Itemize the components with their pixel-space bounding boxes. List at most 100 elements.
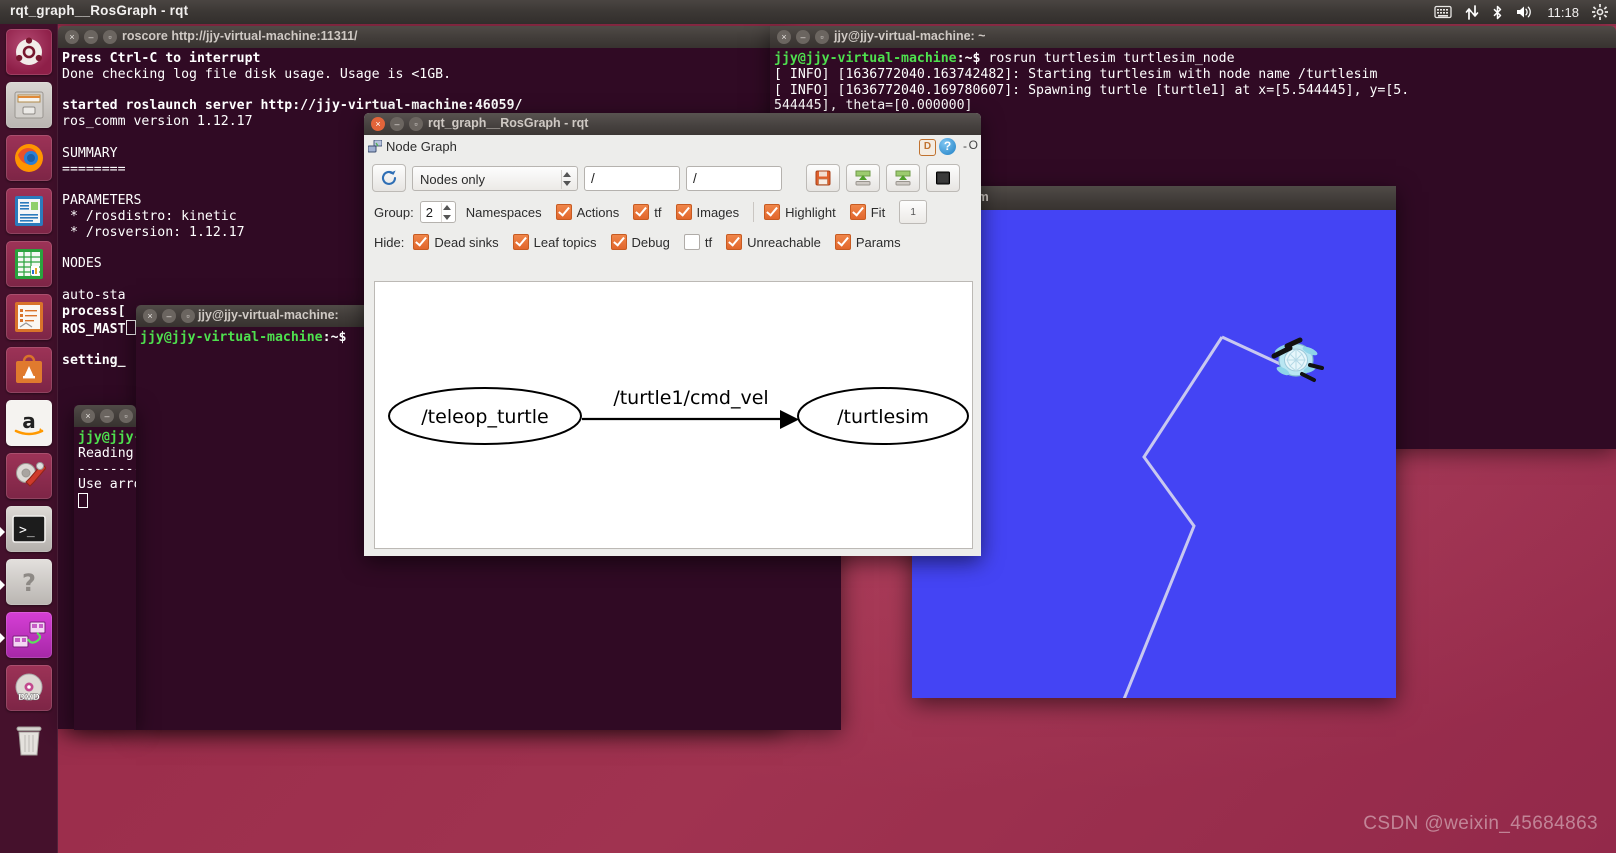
checkbox-highlight-box[interactable]: [764, 204, 781, 220]
checkbox-unreachable[interactable]: Unreachable: [726, 234, 821, 250]
maximize-button[interactable]: ▫: [119, 409, 133, 423]
filter-input-2[interactable]: /: [686, 165, 782, 191]
checkbox-actions[interactable]: Actions: [555, 204, 619, 220]
unity-launcher: a >_ ? DVD: [0, 24, 58, 853]
rqt-icon[interactable]: [6, 612, 52, 658]
graph-node-teleop[interactable]: /teleop_turtle: [388, 387, 582, 445]
panel-minimize-button[interactable]: -: [963, 139, 967, 153]
checkbox-highlight[interactable]: Highlight: [764, 204, 836, 220]
teleop2-terminal-output[interactable]: jjy@jjy- Reading -------- Use arro: [74, 427, 136, 730]
graph-type-select[interactable]: Nodes only: [412, 165, 578, 191]
spinner-arrows-icon[interactable]: [440, 203, 453, 222]
checkbox-leaf-topics-box[interactable]: [512, 234, 529, 250]
node-graph-icon: [367, 139, 383, 153]
checkbox-dead-sinks[interactable]: Dead sinks: [413, 234, 499, 250]
checkbox-hide-tf[interactable]: tf: [683, 234, 712, 250]
checkbox-fit[interactable]: Fit: [849, 204, 886, 220]
libreoffice-writer-icon[interactable]: [6, 188, 52, 234]
minimize-button[interactable]: –: [390, 117, 404, 131]
save-icon[interactable]: [806, 164, 840, 192]
checkbox-namespaces[interactable]: Namespaces: [466, 205, 542, 220]
export-dot-icon[interactable]: [846, 164, 880, 192]
libreoffice-calc-icon[interactable]: [6, 241, 52, 287]
files-icon[interactable]: [6, 82, 52, 128]
maximize-button[interactable]: ▫: [103, 30, 117, 44]
checkbox-leaf-topics[interactable]: Leaf topics: [512, 234, 597, 250]
maximize-button[interactable]: ▫: [409, 117, 423, 131]
fullscreen-icon[interactable]: [926, 164, 960, 192]
network-icon[interactable]: [1465, 4, 1479, 20]
graph-edge-cmd-vel[interactable]: /turtle1/cmd_vel: [582, 387, 799, 429]
close-button[interactable]: ×: [143, 309, 157, 323]
bluetooth-icon[interactable]: [1492, 5, 1503, 20]
checkbox-images[interactable]: Images: [675, 204, 739, 220]
firefox-icon[interactable]: [6, 135, 52, 181]
fit-in-view-button[interactable]: 1: [899, 200, 928, 224]
svg-text:a: a: [22, 409, 36, 433]
close-button[interactable]: ×: [777, 30, 791, 44]
checkbox-debug-box[interactable]: [610, 234, 627, 250]
checkbox-tf-box[interactable]: [633, 204, 650, 220]
checkbox-fit-box[interactable]: [849, 204, 866, 220]
rosrun-titlebar[interactable]: × – ▫ jjy@jjy-virtual-machine: ~: [770, 26, 1616, 48]
window-controls[interactable]: × – ▫: [65, 30, 117, 44]
minimize-button[interactable]: –: [796, 30, 810, 44]
keyboard-icon[interactable]: [1434, 5, 1453, 19]
graph-type-value: Nodes only: [420, 171, 486, 187]
clock[interactable]: 11:18: [1547, 6, 1579, 19]
gear-icon[interactable]: [1592, 4, 1608, 20]
teleop2-titlebar[interactable]: × – ▫: [74, 405, 136, 427]
checkbox-unreachable-box[interactable]: [726, 234, 743, 250]
window-controls[interactable]: × – ▫: [371, 117, 423, 131]
minimize-button[interactable]: –: [162, 309, 176, 323]
window-controls[interactable]: × – ▫: [143, 309, 195, 323]
maximize-button[interactable]: ▫: [181, 309, 195, 323]
trash-icon[interactable]: [6, 718, 52, 764]
checkbox-dead-sinks-label: Dead sinks: [434, 234, 499, 250]
teleop2-terminal-window[interactable]: × – ▫ jjy@jjy- Reading -------- Use arro: [74, 405, 136, 730]
help-button[interactable]: ?: [939, 138, 956, 155]
minimize-button[interactable]: –: [100, 409, 114, 423]
checkbox-hide-tf-box[interactable]: [683, 234, 700, 250]
software-center-icon[interactable]: [6, 347, 52, 393]
system-settings-icon[interactable]: [6, 453, 52, 499]
panel-maximize-button[interactable]: O: [969, 138, 978, 152]
amazon-icon[interactable]: a: [6, 400, 52, 446]
filter-input-1[interactable]: /: [584, 165, 680, 191]
terminal-icon[interactable]: >_: [6, 506, 52, 552]
window-controls[interactable]: × – ▫: [81, 409, 133, 423]
checkbox-debug[interactable]: Debug: [610, 234, 670, 250]
close-button[interactable]: ×: [371, 117, 385, 131]
turtlesim-canvas[interactable]: [912, 210, 1396, 698]
checkbox-params[interactable]: Params: [834, 234, 901, 250]
graph-node-turtlesim[interactable]: /turtlesim: [797, 387, 969, 445]
window-controls[interactable]: × – ▫: [777, 30, 829, 44]
checkbox-dead-sinks-box[interactable]: [413, 234, 430, 250]
checkbox-fit-label: Fit: [870, 204, 886, 220]
rqt-titlebar[interactable]: × – ▫ rqt_graph__RosGraph - rqt: [364, 113, 981, 135]
roscore-titlebar[interactable]: × – ▫ roscore http://jjy-virtual-machine…: [58, 26, 783, 48]
checkbox-images-box[interactable]: [675, 204, 692, 220]
node-graph-canvas[interactable]: /teleop_turtle /turtlesim /turtle1/cmd_v…: [374, 281, 973, 549]
close-button[interactable]: ×: [81, 409, 95, 423]
checkbox-leaf-topics-label: Leaf topics: [533, 234, 597, 250]
dock-button[interactable]: D: [919, 139, 936, 156]
export-image-icon[interactable]: [886, 164, 920, 192]
refresh-icon[interactable]: [372, 164, 406, 192]
minimize-button[interactable]: –: [84, 30, 98, 44]
checkbox-tf[interactable]: tf: [633, 204, 662, 220]
turtlesim-titlebar[interactable]: TurtleSim: [912, 186, 1396, 210]
volume-icon[interactable]: [1516, 5, 1534, 19]
turtlesim-window[interactable]: TurtleSim: [912, 186, 1396, 698]
libreoffice-impress-icon[interactable]: [6, 294, 52, 340]
checkbox-namespaces-label: Namespaces: [465, 204, 542, 220]
group-spinbox[interactable]: 2: [419, 201, 456, 223]
maximize-button[interactable]: ▫: [815, 30, 829, 44]
checkbox-actions-box[interactable]: [555, 204, 572, 220]
rqt-graph-window[interactable]: × – ▫ rqt_graph__RosGraph - rqt Node Gra…: [364, 113, 981, 556]
checkbox-params-box[interactable]: [834, 234, 851, 250]
ubuntu-dash-icon[interactable]: [6, 29, 52, 75]
close-button[interactable]: ×: [65, 30, 79, 44]
help-icon[interactable]: ?: [6, 559, 52, 605]
dvd-icon[interactable]: DVD: [6, 665, 52, 711]
